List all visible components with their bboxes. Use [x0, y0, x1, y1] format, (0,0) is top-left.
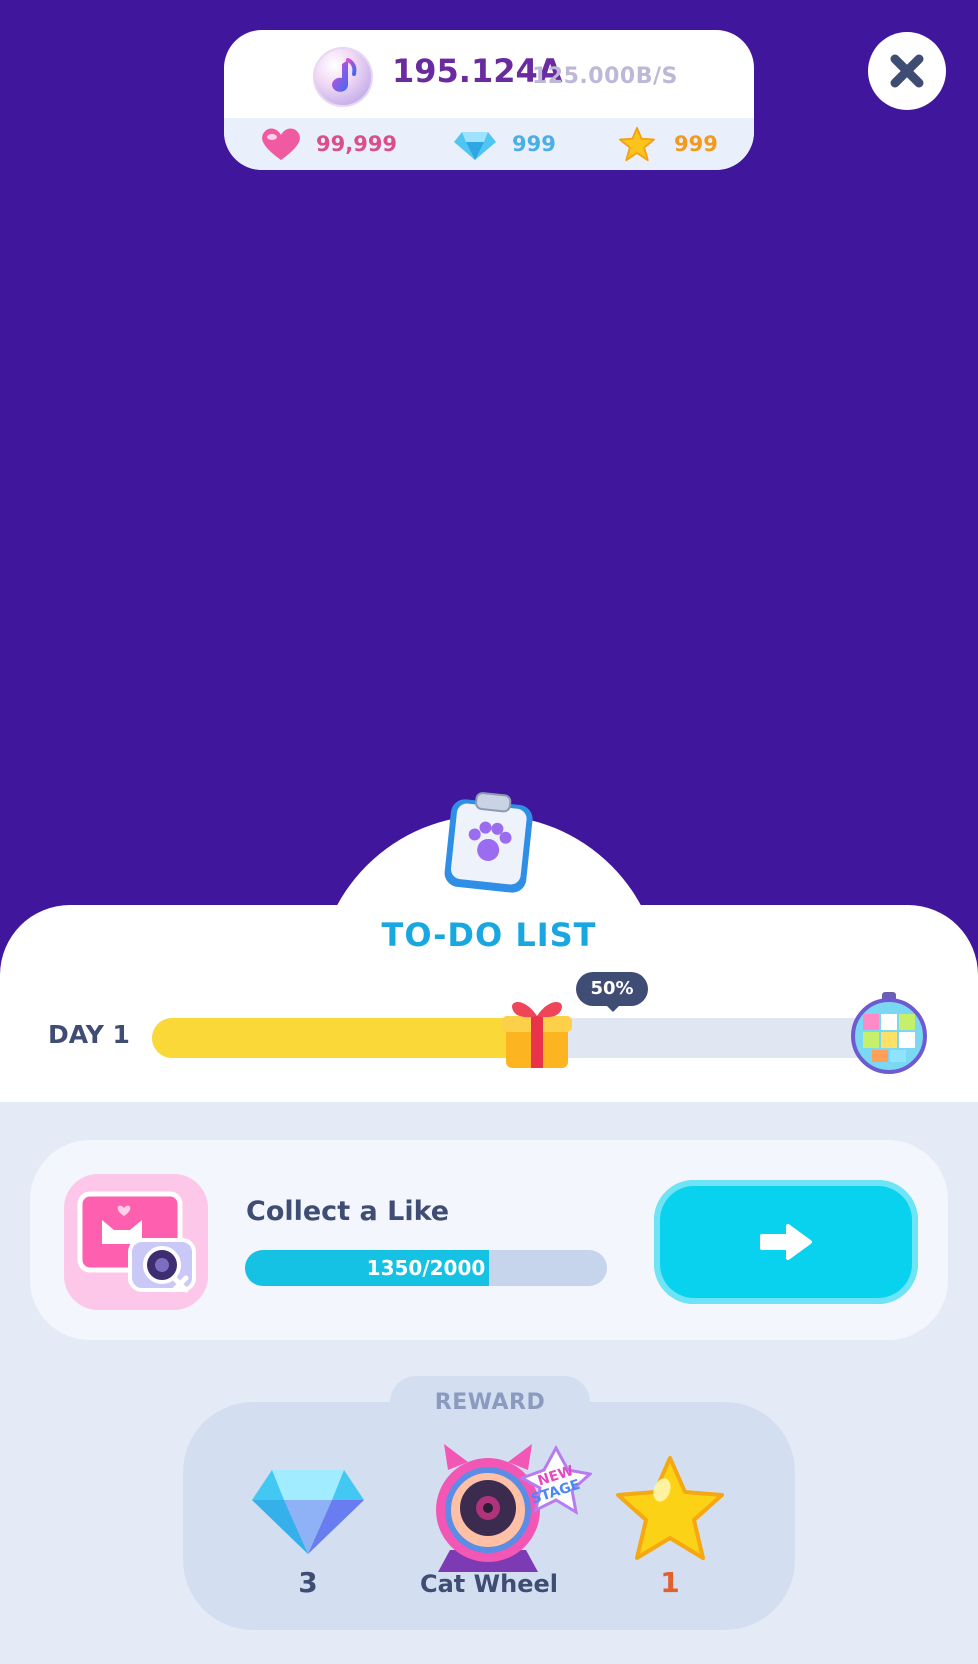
close-icon: [890, 54, 924, 88]
gem-icon: [454, 132, 496, 160]
hearts-count: 99,999: [316, 132, 398, 156]
star-reward-count: 1: [660, 1566, 680, 1599]
music-orb-icon: [313, 47, 373, 107]
reward-title: REWARD: [434, 1390, 546, 1415]
star-icon: [616, 1456, 724, 1560]
stars-count: 999: [674, 132, 718, 156]
task-progress-bar: 1350/2000: [245, 1250, 607, 1286]
task-progress-text: 1350/2000: [366, 1256, 486, 1280]
income-rate: 125.000B/S: [532, 64, 678, 89]
daily-progress-fill: [152, 1018, 517, 1058]
clipboard-paw-icon: [444, 792, 533, 893]
currency-bar: 195.124A 125.000B/S 99,999 999 999: [224, 30, 754, 170]
day-label: DAY 1: [48, 1020, 130, 1049]
task-label: Collect a Like: [246, 1196, 450, 1227]
photo-camera-icon: [64, 1174, 208, 1310]
cat-wheel-caption: Cat Wheel: [420, 1570, 558, 1598]
todo-title: TO-DO LIST: [381, 916, 597, 954]
progress-percent-badge: 50%: [576, 972, 648, 1006]
star-icon: [619, 126, 655, 162]
heart-icon: [262, 128, 300, 160]
cat-wheel-icon: NEW STAGE: [436, 1444, 592, 1572]
close-button[interactable]: [868, 32, 946, 110]
go-button[interactable]: [654, 1180, 918, 1304]
gem-icon: [252, 1470, 364, 1554]
gift-box-icon[interactable]: [500, 992, 574, 1070]
arrow-right-icon: [760, 1224, 812, 1260]
gems-count: 999: [512, 132, 556, 156]
gem-reward-count: 3: [298, 1566, 318, 1599]
disco-ball-icon[interactable]: [848, 990, 930, 1074]
